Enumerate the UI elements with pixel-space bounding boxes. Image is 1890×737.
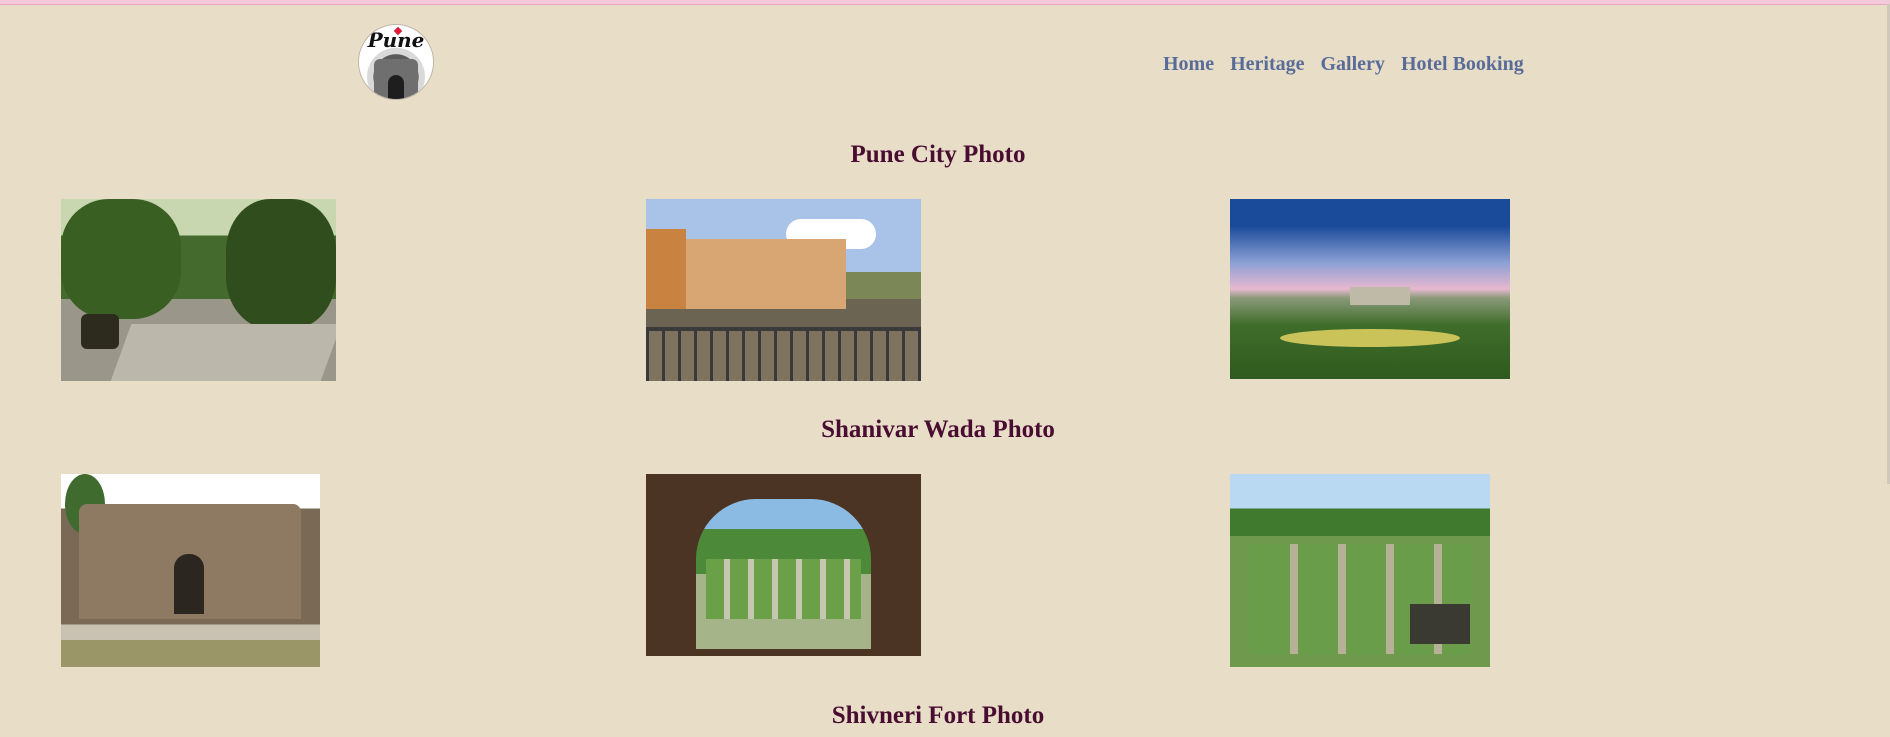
building-shape: [646, 229, 686, 309]
field-shape: [1280, 329, 1460, 347]
shanivar-wada-gate-photo: [61, 474, 320, 667]
city-shape: [1350, 287, 1410, 305]
garden-shape: [706, 559, 861, 619]
logo-arch-image: [374, 59, 418, 99]
railing-shape: [646, 327, 921, 381]
pune-skyline-photo: [1230, 199, 1510, 379]
tree-shape: [226, 199, 336, 329]
nav-gallery-link[interactable]: Gallery: [1321, 53, 1385, 76]
section-title-shanivar-wada: Shanivar Wada Photo: [821, 416, 1055, 443]
site-logo[interactable]: Pune: [359, 25, 433, 99]
nav-heritage-link[interactable]: Heritage: [1230, 53, 1304, 76]
tree-shape: [61, 199, 181, 319]
hedge-shape: [1410, 604, 1470, 644]
main-nav: Home Heritage Gallery Hotel Booking: [1163, 53, 1524, 76]
road-shape: [110, 324, 336, 381]
shanivar-wada-garden-photo: [1230, 474, 1490, 667]
section-title-shivneri-fort: Shivneri Fort Photo: [831, 702, 1045, 729]
nav-hotel-booking-link[interactable]: Hotel Booking: [1401, 53, 1524, 76]
rickshaw-shape: [81, 314, 119, 349]
shanivar-wada-window-photo: [646, 474, 921, 656]
nav-home-link[interactable]: Home: [1163, 53, 1214, 76]
pune-riverside-photo: [646, 199, 921, 381]
site-header: Pune Home Heritage Gallery Hotel Booking: [0, 0, 1890, 120]
pune-street-photo: [61, 199, 336, 381]
gate-shape: [174, 554, 204, 614]
logo-text: Pune: [367, 28, 425, 52]
section-title-pune-city: Pune City Photo: [850, 141, 1026, 168]
